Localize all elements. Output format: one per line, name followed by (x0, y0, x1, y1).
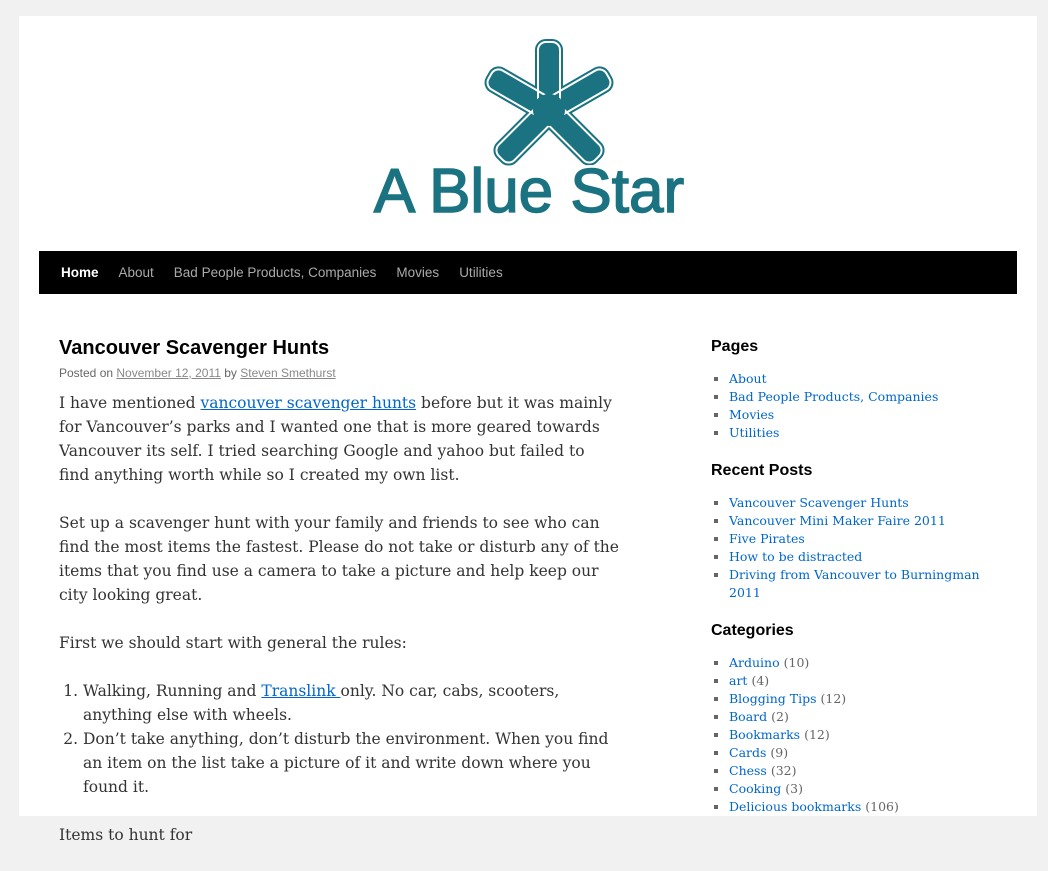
sidebar-page-item: About (729, 370, 1011, 388)
post-meta: Posted on November 12, 2011 by Steven Sm… (59, 365, 619, 381)
pages-list: About Bad People Products, Companies Movie… (711, 370, 1011, 442)
by-label: by (224, 366, 237, 380)
category-item: Cooking (3) (729, 780, 1011, 798)
category-link[interactable]: Board (729, 709, 767, 724)
category-count: (12) (820, 691, 847, 706)
category-count: (12) (804, 727, 830, 742)
post-article: Vancouver Scavenger Hunts Posted on Nove… (59, 336, 619, 847)
post-date-link[interactable]: November 12, 2011 (116, 366, 221, 380)
category-link[interactable]: Cards (729, 745, 766, 760)
recent-post-link[interactable]: Driving from Vancouver to Burningman 201… (729, 567, 980, 600)
main-content: Vancouver Scavenger Hunts Posted on Nove… (59, 336, 619, 871)
categories-widget: Categories Arduino (10)art (4)Blogging T… (711, 620, 1011, 816)
nav-item-bad-people[interactable]: Bad People Products, Companies (164, 251, 387, 294)
category-item: Board (2) (729, 708, 1011, 726)
paragraph-setup: Set up a scavenger hunt with your family… (59, 514, 619, 604)
category-item: art (4) (729, 672, 1011, 690)
recent-post-link[interactable]: Five Pirates (729, 531, 805, 546)
recent-post-item: Five Pirates (729, 530, 1011, 548)
rule-item: Don’t take anything, don’t disturb the e… (83, 727, 619, 799)
pages-widget-title: Pages (711, 338, 759, 355)
post-title[interactable]: Vancouver Scavenger Hunts (59, 336, 619, 360)
paragraph-items-heading: Items to hunt for (59, 826, 193, 844)
recent-post-link[interactable]: How to be distracted (729, 549, 862, 564)
site-header: A Blue Star A Blue Star (19, 16, 1037, 251)
sidebar-page-link[interactable]: Utilities (729, 425, 779, 440)
category-link[interactable]: Blogging Tips (729, 691, 817, 706)
paragraph-rules-intro: First we should start with general the r… (59, 634, 407, 652)
category-link[interactable]: Delicious bookmarks (729, 799, 861, 814)
rule-item: Walking, Running and Translink only. No … (83, 679, 619, 727)
categories-title: Categories (711, 622, 794, 639)
recent-posts-title: Recent Posts (711, 462, 813, 479)
recent-post-link[interactable]: Vancouver Scavenger Hunts (729, 495, 909, 510)
categories-list: Arduino (10)art (4)Blogging Tips (12)Boa… (711, 654, 1011, 816)
nav-item-about[interactable]: About (109, 251, 164, 294)
category-link[interactable]: Chess (729, 763, 767, 778)
pages-widget: Pages About Bad People Products, Companie… (711, 336, 1011, 442)
nav-item-utilities[interactable]: Utilities (449, 251, 513, 294)
author-link[interactable]: Steven Smethurst (240, 366, 335, 380)
recent-post-link[interactable]: Vancouver Mini Maker Faire 2011 (729, 513, 946, 528)
category-item: Cards (9) (729, 744, 1011, 762)
translink-link[interactable]: Translink (261, 682, 340, 700)
category-count: (4) (751, 673, 770, 688)
recent-posts-list: Vancouver Scavenger Hunts Vancouver Mini … (711, 494, 1011, 602)
category-count: (106) (865, 799, 899, 814)
category-count: (9) (770, 745, 789, 760)
posted-on-label: Posted on (59, 366, 114, 380)
scavenger-hunts-link[interactable]: vancouver scavenger hunts (201, 394, 417, 412)
category-link[interactable]: art (729, 673, 747, 688)
recent-post-item: Vancouver Scavenger Hunts (729, 494, 1011, 512)
recent-posts-widget: Recent Posts Vancouver Scavenger HuntsVa… (711, 460, 1011, 602)
sidebar-page-item: Utilities (729, 424, 1011, 442)
text: Walking, Running and (83, 682, 262, 700)
sidebar-page-link[interactable]: Bad People Products, Companies (729, 389, 938, 404)
post-content: I have mentioned vancouver scavenger hun… (59, 391, 619, 847)
category-link[interactable]: Bookmarks (729, 727, 800, 742)
sidebar-page-item: Bad People Products, Companies (729, 388, 1011, 406)
logo-text-fill: A Blue Star (374, 157, 684, 223)
sidebar-page-item: Movies (729, 406, 1011, 424)
category-link[interactable]: Cooking (729, 781, 781, 796)
page: A Blue Star A Blue Star Home About Bad P… (19, 16, 1037, 844)
category-item: Arduino (10) (729, 654, 1011, 672)
nav-item-movies[interactable]: Movies (386, 251, 449, 294)
recent-post-item: Driving from Vancouver to Burningman 201… (729, 566, 1011, 602)
category-item: Chess (32) (729, 762, 1011, 780)
category-count: (3) (785, 781, 803, 796)
recent-post-item: Vancouver Mini Maker Faire 2011 (729, 512, 1011, 530)
category-count: (2) (771, 709, 789, 724)
category-item: Delicious bookmarks (106) (729, 798, 1011, 816)
category-item: Blogging Tips (12) (729, 690, 1011, 708)
site-logo[interactable]: A Blue Star A Blue Star (369, 38, 689, 230)
nav-item-home[interactable]: Home (51, 251, 109, 294)
blue-star-logo-icon: A Blue Star A Blue Star (370, 39, 688, 230)
category-count: (32) (770, 763, 797, 778)
category-count: (10) (783, 655, 810, 670)
category-link[interactable]: Arduino (729, 655, 780, 670)
sidebar-page-link[interactable]: Movies (729, 407, 774, 422)
category-item: Bookmarks (12) (729, 726, 1011, 744)
paragraph-intro: I have mentioned vancouver scavenger hun… (59, 391, 619, 487)
sidebar: Pages About Bad People Products, Companie… (711, 336, 1011, 834)
nav-menu: Home About Bad People Products, Companie… (39, 251, 1017, 294)
main-navigation: Home About Bad People Products, Companie… (39, 251, 1017, 294)
sidebar-page-link[interactable]: About (729, 371, 767, 386)
recent-post-item: How to be distracted (729, 548, 1011, 566)
text: I have mentioned (59, 394, 201, 412)
rules-list: Walking, Running and Translink only. No … (59, 679, 619, 799)
